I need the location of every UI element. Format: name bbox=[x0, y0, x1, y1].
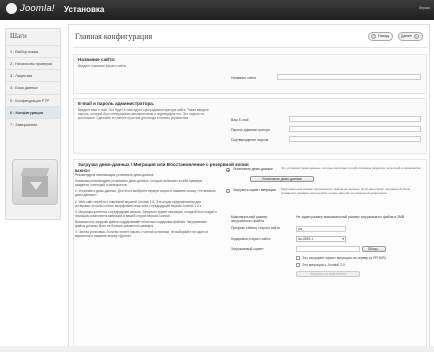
page-title: Главная конфигурация bbox=[75, 32, 153, 41]
confirm-password-label: Подтверждение пароля bbox=[231, 138, 269, 142]
script-file-label: Загружаемый скрипт bbox=[231, 247, 264, 251]
upload-execute-button[interactable]: Загрузить и выполнить bbox=[296, 271, 360, 277]
admin-desc: Введите ваш e-mail. Это будет e-mail адр… bbox=[78, 107, 209, 120]
confirm-password-input[interactable] bbox=[289, 136, 421, 142]
next-button[interactable]: Далее bbox=[398, 32, 424, 41]
encoding-select[interactable]: iso-8859-1 bbox=[296, 236, 346, 242]
migration-desc: Максимальный размер загружаемого файла н… bbox=[281, 187, 411, 195]
logo-text: Joomla! bbox=[20, 3, 55, 14]
old-encoding-label: Кодировка старого сайта bbox=[231, 237, 271, 241]
footer-bar bbox=[0, 346, 434, 352]
install-sample-desc: Это установит демо-данные, которые включ… bbox=[281, 166, 422, 170]
migration-checkbox-1-label: Это загружает скрипт миграции на сервер … bbox=[302, 256, 386, 260]
joomla-logo-icon bbox=[6, 3, 17, 15]
max-size-value: Не задан размер максимальный размер загр… bbox=[296, 215, 405, 219]
install-box-icon bbox=[12, 159, 58, 205]
step-7: 7 : Завершение bbox=[6, 117, 60, 130]
install-sample-button[interactable]: Установить демо-данные bbox=[250, 176, 314, 182]
admin-password-label: Пароль администратора bbox=[231, 128, 270, 132]
header-bar: Joomla! Установка Версия bbox=[0, 0, 434, 20]
back-arrow-icon bbox=[371, 34, 376, 39]
site-name-desc: Введите название вашего сайта. bbox=[78, 63, 127, 68]
site-name-input[interactable] bbox=[277, 74, 421, 80]
email-label: Ваш E-mail bbox=[231, 118, 249, 122]
site-name-heading: Название сайта: bbox=[78, 57, 116, 62]
step-3: 3 : Лицензия bbox=[6, 69, 60, 81]
migration-radio[interactable] bbox=[226, 189, 230, 193]
sample-data-intro: ВАЖНО!!! Рекомендуем начинающим установит… bbox=[75, 169, 217, 239]
step-2: 2 : Начальная проверка bbox=[6, 56, 60, 69]
migration-checkbox-2[interactable] bbox=[296, 263, 300, 267]
old-prefix-label: Префикс таблиц старого сайта bbox=[231, 226, 280, 230]
old-prefix-input[interactable]: jos_ bbox=[296, 226, 346, 232]
install-sample-label: Установить демо-данные bbox=[233, 167, 273, 171]
migration-checkbox-1[interactable] bbox=[296, 256, 300, 260]
main-panel: Главная конфигурация Назад Далее Названи… bbox=[68, 24, 430, 350]
install-sample-radio[interactable] bbox=[226, 168, 230, 172]
installer-title: Установка bbox=[64, 5, 105, 14]
joomla-logo: Joomla! bbox=[6, 3, 55, 15]
steps-sidebar: Шаги 1 : Выбор языка 2 : Начальная прове… bbox=[5, 28, 61, 220]
next-arrow-icon bbox=[414, 34, 420, 39]
migration-label: Загрузить скрипт миграции bbox=[233, 188, 276, 192]
script-file-input[interactable] bbox=[296, 246, 360, 252]
step-4: 4 : База данных bbox=[6, 81, 60, 93]
admin-password-input[interactable] bbox=[289, 126, 421, 132]
steps-title: Шаги bbox=[10, 32, 27, 40]
browse-button[interactable]: Обзор... bbox=[362, 246, 386, 252]
step-5: 5 : Конфигурация FTP bbox=[6, 93, 60, 106]
email-input[interactable] bbox=[289, 116, 421, 122]
admin-heading: E-mail и пароль администратора. bbox=[78, 101, 155, 106]
step-1: 1 : Выбор языка bbox=[6, 44, 60, 57]
back-button[interactable]: Назад bbox=[368, 32, 393, 41]
site-name-label: Название сайта bbox=[231, 76, 256, 80]
step-6-active: 6 : Конфигурация bbox=[6, 105, 60, 118]
max-size-label: Максимальный размер загружаемого файла bbox=[231, 215, 268, 224]
version-label: Версия bbox=[419, 6, 430, 10]
migration-checkbox-2-label: Это миграция с Joomla! 1.0 bbox=[302, 263, 345, 267]
